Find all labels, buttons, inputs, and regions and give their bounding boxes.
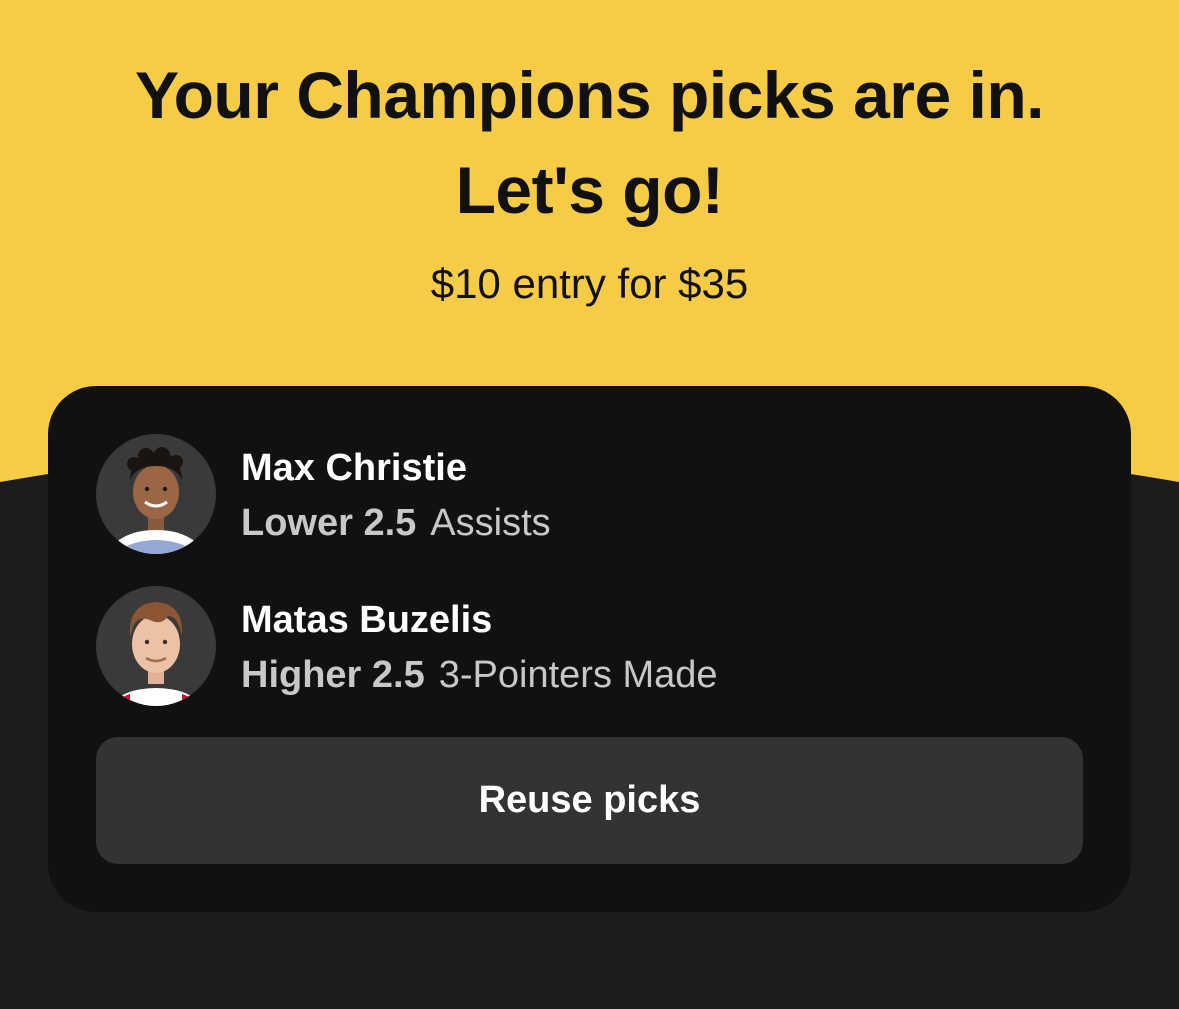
headline-line-2: Let's go! xyxy=(455,153,724,227)
reuse-picks-button[interactable]: Reuse picks xyxy=(96,737,1083,864)
page-title: Your Champions picks are in. Let's go! xyxy=(0,48,1179,238)
pick-detail: Lower 2.5 Assists xyxy=(241,499,551,547)
player-name: Matas Buzelis xyxy=(241,599,493,641)
pick-direction: Lower 2.5 xyxy=(241,502,417,544)
pick-stat: Assists xyxy=(430,502,551,544)
pick-direction: Higher 2.5 xyxy=(241,654,425,696)
pick-row[interactable]: Max Christie Lower 2.5 Assists xyxy=(96,434,1076,554)
pick-row[interactable]: Matas Buzelis Higher 2.5 3-Pointers Made xyxy=(96,586,1076,706)
picks-card: Max Christie Lower 2.5 Assists Matas Buze… xyxy=(48,386,1131,912)
player-name: Max Christie xyxy=(241,447,467,489)
headline-line-1: Your Champions picks are in. xyxy=(134,58,1045,132)
player-avatar xyxy=(96,434,216,554)
pick-stat: 3-Pointers Made xyxy=(438,654,718,696)
pick-detail: Higher 2.5 3-Pointers Made xyxy=(241,651,718,699)
entry-summary: $10 entry for $35 xyxy=(430,260,749,307)
player-avatar xyxy=(96,586,216,706)
